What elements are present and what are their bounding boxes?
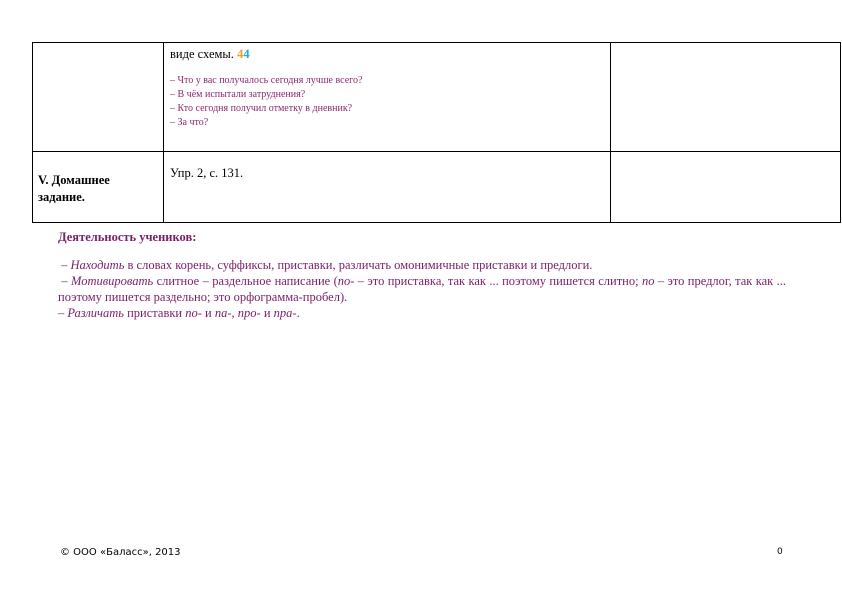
student-activity: Деятельность учеников: – Находить в слов… [58, 229, 786, 321]
activity-term: про- [237, 306, 261, 320]
activity-item: – Мотивировать слитное – раздельное напи… [58, 273, 786, 305]
activity-verb: – Мотивировать [61, 274, 154, 288]
page-number: 0 [777, 547, 783, 557]
list-item: – В чём испытали затруднения? [170, 89, 306, 100]
document-page: виде схемы. 44 – Что у вас получалось се… [0, 0, 842, 595]
content-cell: виде схемы. 44 – Что у вас получалось се… [163, 42, 611, 152]
activity-term: па- [214, 306, 232, 320]
activity-term: по- [185, 306, 202, 320]
table-row: V. Домашнее задание. Упр. 2, с. 131. [32, 151, 841, 223]
stage-cell: V. Домашнее задание. [32, 151, 164, 223]
activity-text: – это приставка, так как ... поэтому пиш… [354, 274, 642, 288]
table-row: виде схемы. 44 – Что у вас получалось се… [32, 42, 841, 152]
badge-blue: 4 [243, 47, 250, 61]
activity-text: и [260, 306, 274, 320]
activity-heading: Деятельность учеников: [58, 230, 197, 244]
activity-item: – Различать приставки по- и па-, про- и … [58, 305, 786, 321]
stage-cell [32, 42, 164, 152]
activity-text: в словах корень, суффиксы, приставки, ра… [124, 258, 593, 272]
stage-label-line: задание. [38, 190, 85, 204]
activity-text: слитное – раздельное написание ( [153, 274, 338, 288]
reflection-questions: – Что у вас получалось сегодня лучше все… [164, 74, 610, 130]
activity-text: . [296, 306, 300, 320]
content-cell: Упр. 2, с. 131. [163, 151, 611, 223]
footer-copyright: © ООО «Баласс», 2013 [60, 547, 181, 558]
activity-verb: – Различать [58, 306, 124, 320]
notes-cell [610, 151, 841, 223]
notes-cell [610, 42, 841, 152]
activity-verb: – Находить [61, 258, 125, 272]
activity-term: по- [337, 274, 355, 288]
list-item: – За что? [170, 117, 209, 128]
activity-term: пра- [273, 306, 297, 320]
list-item: – Кто сегодня получил отметку в дневник? [170, 103, 353, 114]
stage-label-line: V. Домашнее [38, 173, 110, 187]
list-item: – Что у вас получалось сегодня лучше все… [170, 75, 363, 86]
scheme-text: виде схемы. [170, 47, 234, 61]
activity-term: по [641, 274, 655, 288]
scheme-line: виде схемы. 44 [164, 43, 610, 62]
activity-text: приставки [123, 306, 186, 320]
activity-text: и [201, 306, 215, 320]
lesson-table: виде схемы. 44 – Что у вас получалось се… [32, 42, 841, 223]
homework-text: Упр. 2, с. 131. [170, 166, 244, 180]
activity-item: – Находить в словах корень, суффиксы, пр… [58, 257, 786, 273]
stage-label: V. Домашнее задание. [33, 152, 163, 206]
